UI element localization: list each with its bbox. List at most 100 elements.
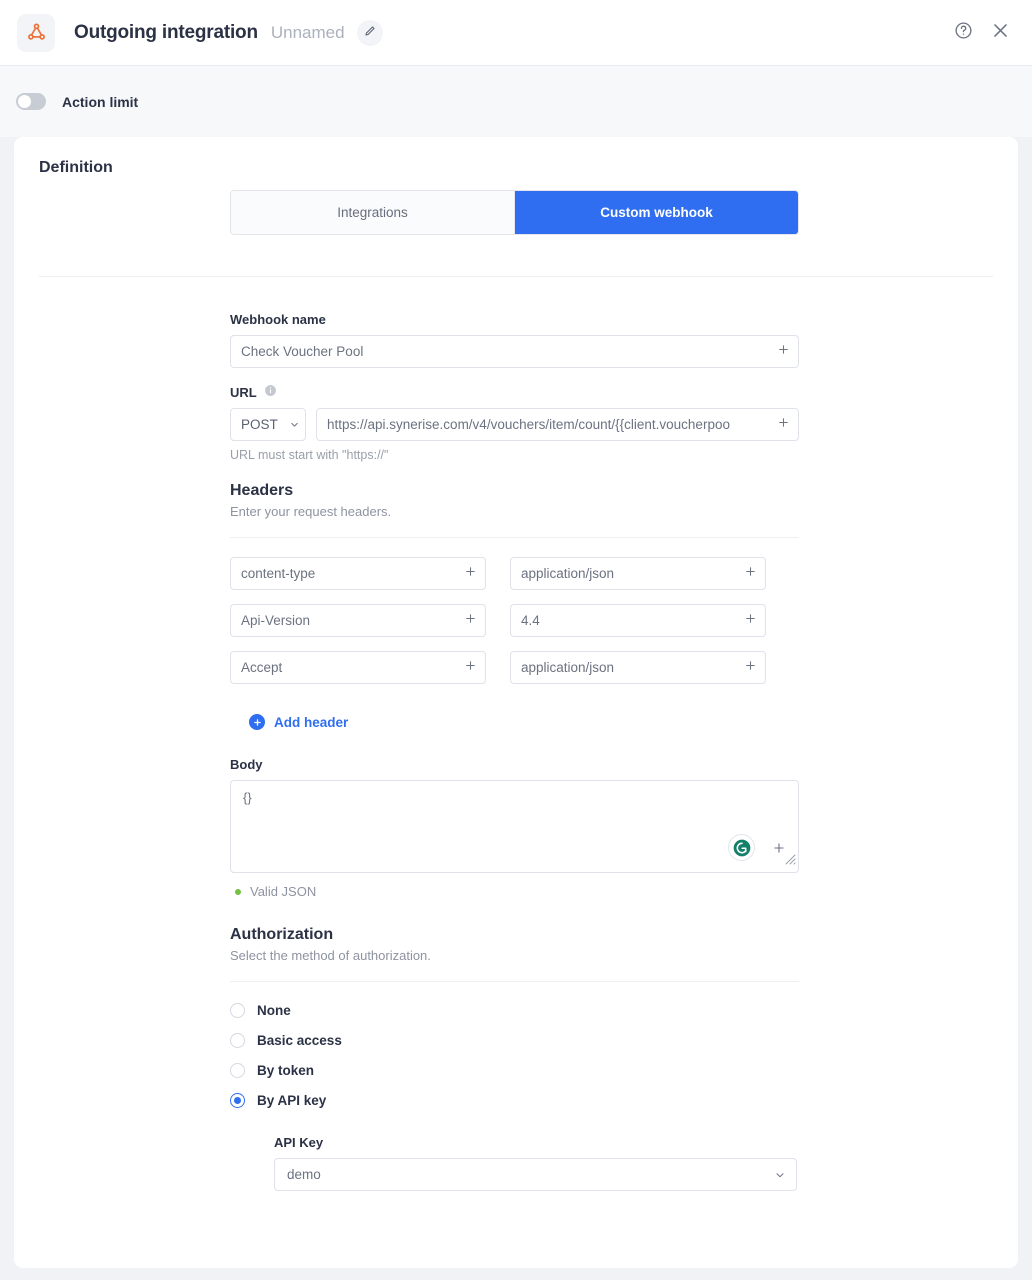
header-key-value: Api-Version [231,613,455,628]
plus-circle-icon [249,714,265,730]
divider-top [39,276,993,277]
resize-handle-icon[interactable] [784,852,796,870]
headers-divider [230,537,799,538]
chevron-down-icon [764,1169,796,1181]
header-key-value: Accept [231,660,455,675]
radio-icon-selected [230,1093,245,1108]
header-key-insert-button[interactable] [455,612,485,630]
url-value: https://api.synerise.com/v4/vouchers/ite… [317,417,768,432]
header-value-value: 4.4 [511,613,735,628]
plus-icon [744,612,757,630]
authorization-title: Authorization [230,926,799,944]
http-method-select[interactable]: POST [230,408,306,441]
plus-icon [464,565,477,583]
auth-option-label: Basic access [257,1033,342,1048]
info-icon[interactable] [264,384,277,400]
webhook-name-input[interactable]: Check Voucher Pool [230,335,799,368]
help-button[interactable] [954,21,973,45]
plus-icon [777,416,790,434]
header-value-insert-button[interactable] [735,659,765,677]
status-label: Valid JSON [250,884,316,899]
header-key-insert-button[interactable] [455,565,485,583]
api-key-value: demo [275,1167,764,1182]
auth-option-basic-access[interactable]: Basic access [230,1033,799,1048]
http-method-value: POST [231,417,283,432]
dialog-header: Outgoing integration Unnamed [0,0,1032,66]
url-field-row: POST https://api.synerise.com/v4/voucher… [230,408,799,441]
close-icon [991,21,1010,45]
tab-integrations[interactable]: Integrations [231,191,515,234]
action-limit-toggle[interactable] [16,93,46,110]
auth-option-none[interactable]: None [230,1003,799,1018]
plus-icon [744,565,757,583]
plus-icon [777,343,790,361]
webhook-icon [17,14,55,52]
url-label: URL [230,385,257,400]
header-value-value: application/json [511,660,735,675]
edit-name-button[interactable] [357,20,383,46]
auth-option-label: By token [257,1063,314,1078]
header-row: Accept application/json [230,651,799,684]
header-key-input[interactable]: Api-Version [230,604,486,637]
header-value-insert-button[interactable] [735,565,765,583]
authorization-subtitle: Select the method of authorization. [230,948,799,963]
body-value: {} [231,781,798,814]
auth-option-by-api-key[interactable]: By API key [230,1093,799,1108]
api-key-select[interactable]: demo [274,1158,797,1191]
chevron-down-icon [283,419,305,430]
auth-option-label: By API key [257,1093,326,1108]
plus-icon [464,612,477,630]
radio-icon [230,1063,245,1078]
body-label: Body [230,757,799,772]
header-value-value: application/json [511,566,735,581]
auth-option-by-token[interactable]: By token [230,1063,799,1078]
webhook-form: Webhook name Check Voucher Pool URL [230,312,799,1191]
header-value-input[interactable]: application/json [510,651,766,684]
header-key-value: content-type [231,566,455,581]
api-key-group: API Key demo [274,1135,799,1191]
plus-icon [744,659,757,677]
header-value-input[interactable]: 4.4 [510,604,766,637]
header-row: content-type application/json [230,557,799,590]
definition-tabs: Integrations Custom webhook [230,190,799,235]
outgoing-integration-dialog: Outgoing integration Unnamed [0,0,1032,1280]
action-limit-label: Action limit [62,94,138,110]
tab-custom-webhook[interactable]: Custom webhook [515,191,798,234]
status-dot [235,889,241,895]
plus-icon [464,659,477,677]
question-circle-icon [954,21,973,45]
url-input[interactable]: https://api.synerise.com/v4/vouchers/ite… [316,408,799,441]
toggle-knob [18,95,31,108]
action-limit-strip: Action limit [0,66,1032,137]
webhook-name-label: Webhook name [230,312,799,327]
header-row: Api-Version 4.4 [230,604,799,637]
pencil-icon [364,24,376,42]
close-button[interactable] [991,21,1010,45]
header-actions [954,21,1010,45]
header-value-insert-button[interactable] [735,612,765,630]
url-label-row: URL [230,384,799,400]
add-header-label: Add header [274,715,348,730]
authorization-divider [230,981,799,982]
auth-option-label: None [257,1003,291,1018]
radio-icon [230,1033,245,1048]
api-key-label: API Key [274,1135,799,1150]
grammarly-icon[interactable] [728,834,755,861]
body-textarea[interactable]: {} [230,780,799,873]
header-key-input[interactable]: content-type [230,557,486,590]
definition-title: Definition [39,159,113,177]
headers-subtitle: Enter your request headers. [230,504,799,519]
webhook-name-insert-button[interactable] [768,343,798,361]
url-insert-button[interactable] [768,416,798,434]
webhook-name-value: Check Voucher Pool [231,344,768,359]
header-value-input[interactable]: application/json [510,557,766,590]
add-header-button[interactable]: Add header [249,714,799,730]
radio-icon [230,1003,245,1018]
headers-title: Headers [230,482,799,500]
header-key-insert-button[interactable] [455,659,485,677]
header-key-input[interactable]: Accept [230,651,486,684]
url-hint: URL must start with "https://" [230,448,799,462]
page-title: Outgoing integration [74,22,258,44]
body-status: Valid JSON [235,884,799,899]
definition-card: Definition Integrations Custom webhook W… [14,137,1018,1268]
